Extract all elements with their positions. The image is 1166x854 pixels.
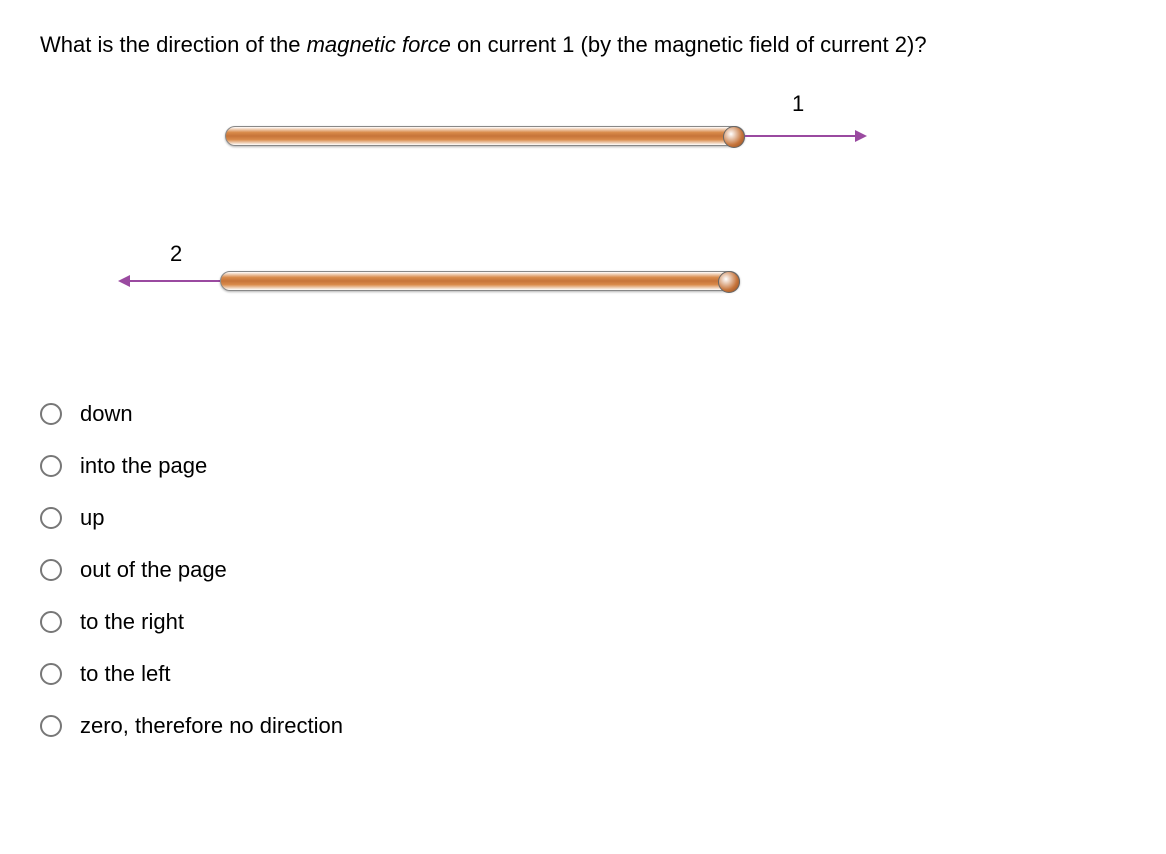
option-right[interactable]: to the right [40,609,1126,635]
wires-diagram: 1 2 [80,101,980,361]
option-into-page[interactable]: into the page [40,453,1126,479]
option-out-of-page[interactable]: out of the page [40,557,1126,583]
option-label: down [80,401,133,427]
option-label: zero, therefore no direction [80,713,343,739]
option-zero[interactable]: zero, therefore no direction [40,713,1126,739]
radio-icon [40,403,62,425]
option-label: to the right [80,609,184,635]
radio-icon [40,715,62,737]
radio-icon [40,507,62,529]
radio-icon [40,455,62,477]
radio-icon [40,663,62,685]
option-label: up [80,505,104,531]
wire-1-body [225,126,745,146]
question-prefix: What is the direction of the [40,32,307,57]
option-label: to the left [80,661,171,687]
option-label: out of the page [80,557,227,583]
question-suffix: on current 1 (by the magnetic field of c… [451,32,927,57]
wire-1-label: 1 [792,91,804,117]
option-up[interactable]: up [40,505,1126,531]
answer-options: down into the page up out of the page to… [40,401,1126,739]
radio-icon [40,611,62,633]
wire-1 [225,126,745,146]
radio-icon [40,559,62,581]
wire-2 [120,271,740,291]
wire-2-body [220,271,740,291]
option-left[interactable]: to the left [40,661,1126,687]
option-label: into the page [80,453,207,479]
option-down[interactable]: down [40,401,1126,427]
current-1-arrow [745,135,865,137]
question-emphasis: magnetic force [307,32,451,57]
wire-2-label: 2 [170,241,182,267]
question-text: What is the direction of the magnetic fo… [40,30,1126,61]
